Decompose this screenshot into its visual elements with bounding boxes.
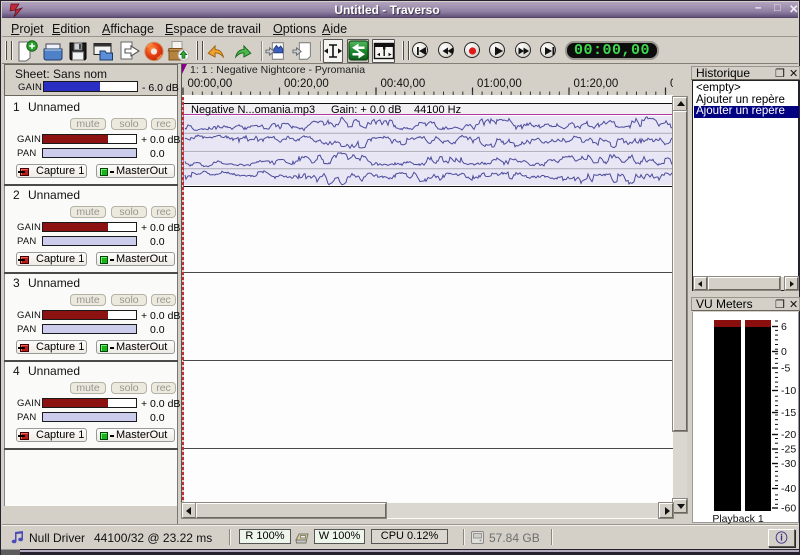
svg-text:-30: -30 xyxy=(781,458,796,470)
svg-text:-60: -60 xyxy=(781,503,796,515)
svg-text:-15: -15 xyxy=(781,407,796,419)
svg-text:0: 0 xyxy=(781,346,787,358)
svg-text:-5: -5 xyxy=(781,363,790,375)
svg-text:-25: -25 xyxy=(781,444,796,456)
svg-text:6: 6 xyxy=(781,321,787,333)
svg-text:-10: -10 xyxy=(781,385,796,397)
svg-text:-20: -20 xyxy=(781,429,796,441)
svg-text:-40: -40 xyxy=(781,483,796,495)
